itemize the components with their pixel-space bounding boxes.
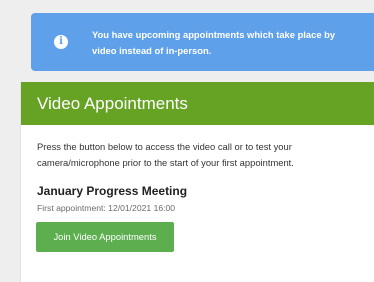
card-title: Video Appointments xyxy=(37,94,188,113)
video-appointments-card: Video Appointments Press the button belo… xyxy=(20,82,374,282)
first-appointment-time: First appointment: 12/01/2021 16:00 xyxy=(37,203,176,213)
meeting-title: January Progress Meeting xyxy=(37,184,188,198)
join-video-appointments-button[interactable]: Join Video Appointments xyxy=(36,222,174,252)
info-icon: i xyxy=(54,35,68,49)
intro-text: Press the button below to access the vid… xyxy=(37,141,294,168)
alert-message: You have upcoming appointments which tak… xyxy=(92,29,336,56)
video-appointments-alert: i You have upcoming appointments which t… xyxy=(31,13,374,71)
card-header: Video Appointments xyxy=(21,82,374,125)
